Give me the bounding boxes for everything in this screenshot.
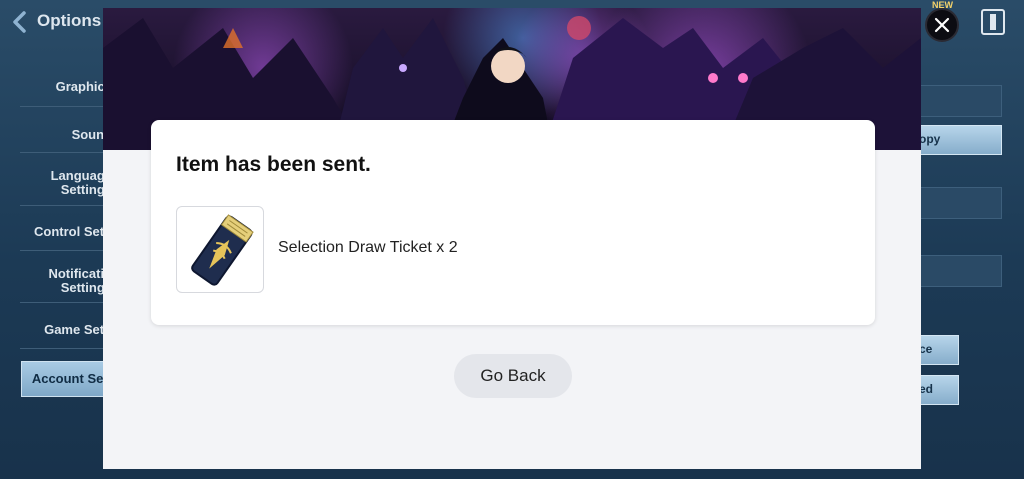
go-back-button[interactable]: Go Back bbox=[454, 354, 572, 398]
page-title: Options bbox=[37, 11, 102, 30]
ticket-icon bbox=[191, 214, 254, 286]
sidebar-item-account-settings[interactable]: Account Sett bbox=[20, 372, 112, 386]
sidebar-item-sound[interactable]: Sound bbox=[20, 128, 112, 142]
sidebar-item-control-settings[interactable]: Control Setti bbox=[20, 225, 112, 239]
back-arrow-icon[interactable] bbox=[10, 11, 30, 33]
menu-divider bbox=[20, 106, 112, 107]
sidebar-item-notification-settings[interactable]: Notificatio Settings bbox=[20, 267, 112, 295]
settings-field[interactable] bbox=[918, 187, 1002, 219]
close-icon bbox=[934, 17, 950, 33]
menu-divider bbox=[20, 205, 112, 206]
menu-divider bbox=[20, 152, 112, 153]
reward-item-slot bbox=[176, 206, 264, 293]
close-button[interactable] bbox=[925, 8, 959, 42]
settings-field[interactable] bbox=[918, 85, 1002, 117]
exit-door-icon[interactable] bbox=[981, 9, 1005, 35]
menu-divider bbox=[20, 302, 112, 303]
menu-divider bbox=[20, 250, 112, 251]
copy-button[interactable]: opy bbox=[914, 125, 1002, 155]
sidebar-item-language-settings[interactable]: Language Settings bbox=[20, 169, 112, 197]
settings-field[interactable] bbox=[918, 255, 1002, 287]
reward-card: Item has been sent. Selection Draw Ticke… bbox=[151, 120, 875, 325]
sidebar-item-game-settings[interactable]: Game Setti bbox=[20, 323, 112, 337]
menu-divider bbox=[20, 348, 112, 349]
modal-title: Item has been sent. bbox=[176, 153, 371, 176]
sidebar-item-graphics[interactable]: Graphics bbox=[20, 80, 112, 94]
reward-item-name: Selection Draw Ticket x 2 bbox=[278, 239, 458, 256]
